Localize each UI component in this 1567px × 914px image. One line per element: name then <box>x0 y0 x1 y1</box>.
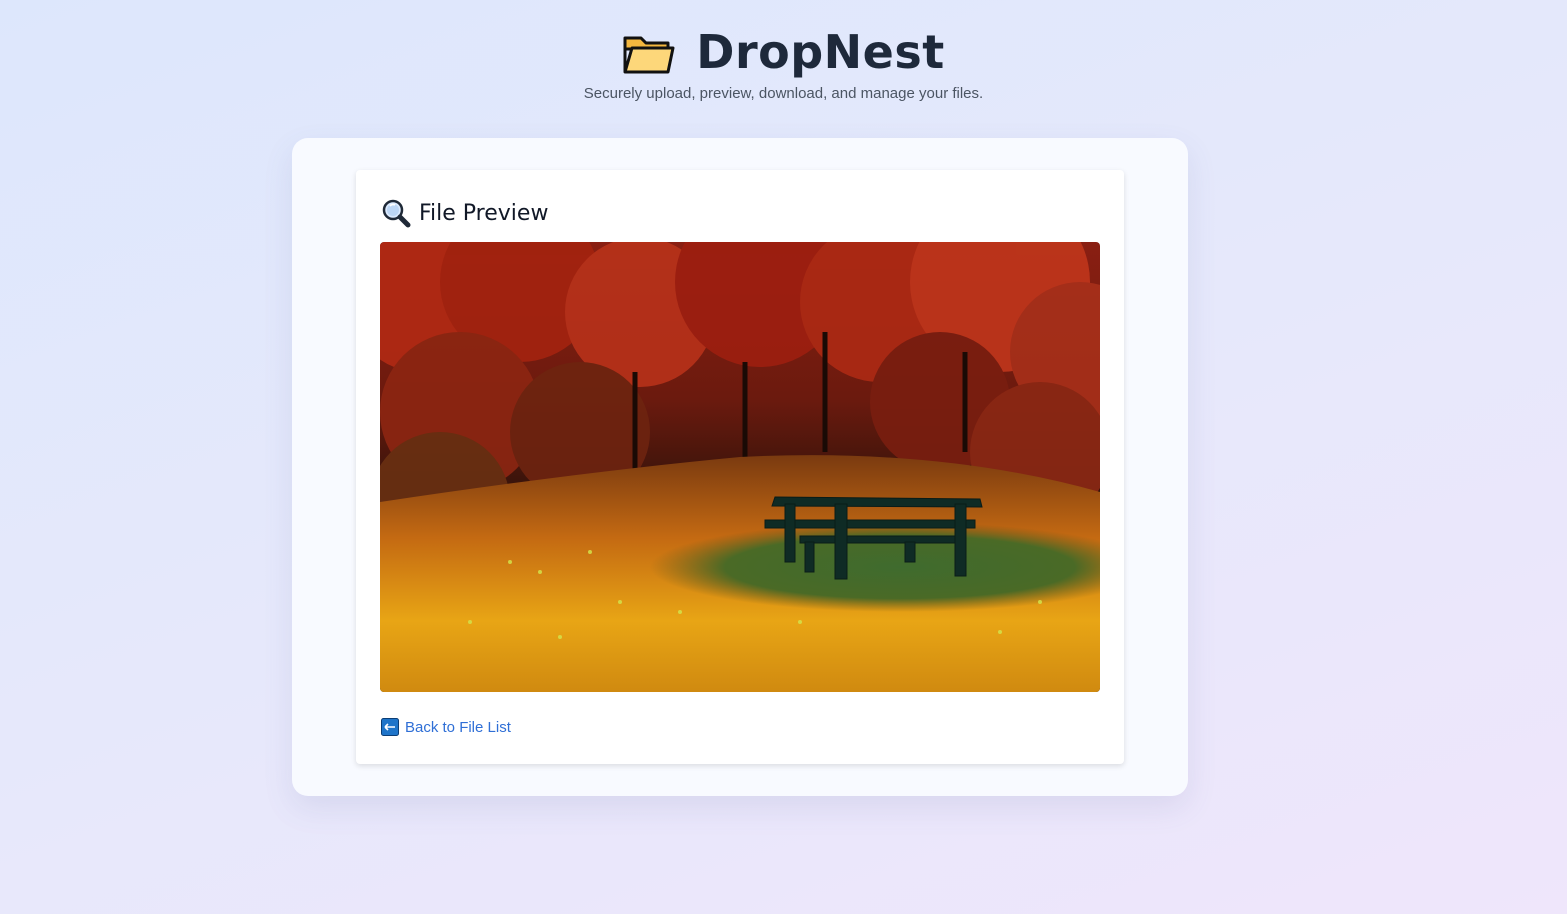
main-card: File Preview Back to File List <box>292 138 1188 796</box>
preview-heading: File Preview <box>381 198 548 228</box>
file-preview-panel: File Preview Back to File List <box>356 170 1124 764</box>
preview-title: File Preview <box>419 200 549 226</box>
back-to-file-list-link[interactable]: Back to File List <box>381 718 511 736</box>
app-title: DropNest <box>696 25 945 79</box>
left-arrow-icon <box>381 718 399 736</box>
folder-icon <box>623 36 675 74</box>
back-link-label: Back to File List <box>405 718 511 736</box>
app-title-row: DropNest <box>0 22 1567 82</box>
app-subtitle: Securely upload, preview, download, and … <box>583 85 984 102</box>
autumn-forest-image <box>380 242 1100 692</box>
preview-image <box>380 242 1100 692</box>
magnifier-icon <box>382 199 411 228</box>
